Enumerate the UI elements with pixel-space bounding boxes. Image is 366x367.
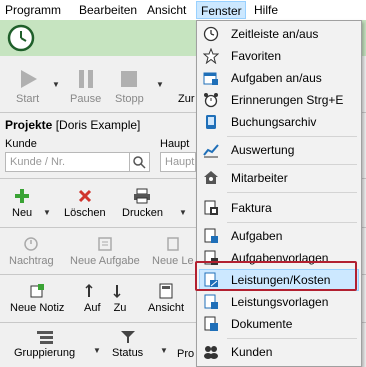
stop-dropdown-icon[interactable]: ▼ [156,80,164,89]
sort-ascending-icon [85,283,93,297]
view-button[interactable]: Ansicht [148,283,184,314]
menu-bar: Programm Bearbeiten Ansicht Fenster Hilf… [0,0,366,21]
grouping-button[interactable]: Gruppierung [14,330,75,359]
main-label: Haupt [160,138,190,150]
menu-item-invoicing[interactable]: Faktura [199,197,359,219]
status-dropdown-icon[interactable]: ▼ [160,346,168,355]
invoice-icon [204,200,218,215]
new-button[interactable]: Neu [12,188,32,219]
filter-icon [120,331,135,343]
menu-item-timeline[interactable]: Zeitleiste an/aus [199,23,359,45]
play-icon [20,70,37,88]
alarm-clock-icon [204,93,218,108]
stop-icon [121,71,138,87]
menu-separator [227,192,357,193]
archive-device-icon [206,115,216,129]
sort-descending-icon [113,285,121,299]
calendar-tasks-icon [203,72,218,85]
grouping-dropdown-icon[interactable]: ▼ [93,346,101,355]
expand-button[interactable]: Auf [84,283,101,314]
menu-item-booking-archive[interactable]: Buchungsarchiv [199,111,359,133]
menu-item-reminders[interactable]: Erinnerungen Strg+E [199,89,359,111]
documents-icon [204,316,218,331]
new-task-button[interactable]: Neue Aufgabe [70,236,140,267]
calculator-icon [159,283,173,299]
menu-item-tasks[interactable]: Aufgaben [199,225,359,247]
customer-label: Kunde [5,138,37,150]
plus-icon [15,189,30,203]
zur-button[interactable]: Zur [178,93,195,105]
delete-button[interactable]: Löschen [64,188,106,219]
service-icon [167,237,179,251]
menu-ansicht[interactable]: Ansicht [147,3,186,17]
menu-bearbeiten[interactable]: Bearbeiten [79,3,137,17]
service-template-icon [204,294,218,309]
project-button[interactable]: Pro [177,348,194,360]
menu-programm[interactable]: Programm [5,3,61,17]
customer-search-button[interactable] [130,152,150,172]
menu-item-analysis[interactable]: Auswertung [199,139,359,161]
start-dropdown-icon[interactable]: ▼ [52,80,60,89]
clock-icon[interactable] [7,24,35,52]
menu-item-tasks-toggle[interactable]: Aufgaben an/aus [199,67,359,89]
note-icon [30,284,45,298]
print-dropdown-icon[interactable]: ▼ [179,208,187,217]
fenster-menu: Zeitleiste an/aus Favoriten Aufgaben an/… [196,20,362,367]
menu-item-documents[interactable]: Dokumente [199,313,359,335]
task-doc-icon [204,228,218,243]
menu-item-customers[interactable]: Kunden [199,341,359,363]
start-button[interactable]: Start [16,68,39,105]
projects-header: Projekte [Doris Example] [5,118,141,132]
pause-icon [78,70,93,88]
task-icon [98,237,112,251]
addendum-button[interactable]: Nachtrag [9,236,54,267]
menu-item-service-templates[interactable]: Leistungsvorlagen [199,291,359,313]
printer-icon [134,188,151,204]
grouping-icon [36,331,53,344]
main-input[interactable]: Haupt [160,152,196,172]
menu-item-favorites[interactable]: Favoriten [199,45,359,67]
menu-separator [227,164,357,165]
menu-separator [227,222,357,223]
chart-icon [203,144,219,158]
status-button[interactable]: Status [112,330,143,359]
star-icon [203,48,219,64]
menu-hilfe[interactable]: Hilfe [254,3,278,17]
clock-add-icon [24,237,39,251]
clock-icon [203,26,219,42]
new-note-button[interactable]: Neue Notiz [10,283,64,314]
menu-separator [227,338,357,339]
search-icon [133,156,146,169]
customer-input[interactable]: Kunde / Nr. [5,152,130,172]
delete-x-icon [78,189,91,203]
menu-item-employees[interactable]: Mitarbeiter [199,167,359,189]
print-button[interactable]: Drucken [122,188,163,219]
menu-fenster[interactable]: Fenster [196,1,246,19]
new-dropdown-icon[interactable]: ▼ [43,208,51,217]
highlight-frame [195,261,357,291]
collapse-button[interactable]: Zu [112,283,128,314]
stop-button[interactable]: Stopp [115,68,144,105]
pause-button[interactable]: Pause [70,68,101,105]
employee-icon [204,171,218,184]
menu-separator [227,136,357,137]
customers-icon [204,346,218,359]
new-service-button[interactable]: Neue Le [152,236,194,267]
